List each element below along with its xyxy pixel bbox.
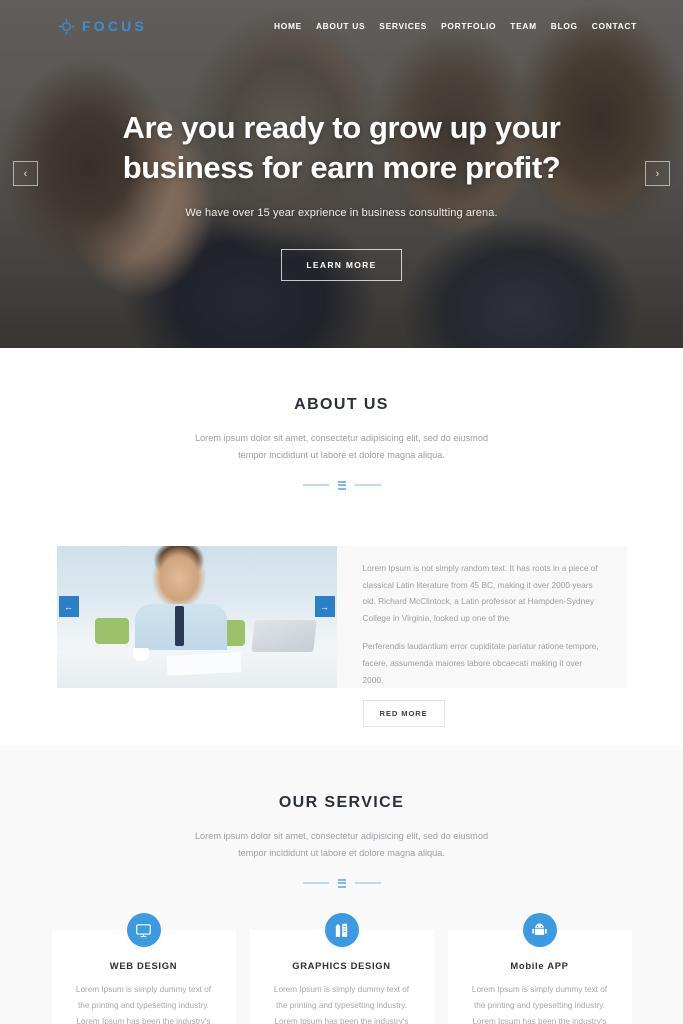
- chair-left-shape: [94, 618, 129, 645]
- hero-next-button[interactable]: ›: [645, 161, 670, 186]
- person-tie-shape: [174, 606, 184, 647]
- laptop-shape: [250, 620, 317, 653]
- ornament-bars-icon: [337, 480, 346, 490]
- hero-prev-button[interactable]: ‹: [13, 161, 38, 186]
- about-section: ABOUT US Lorem ipsum dolor sit amet, con…: [0, 348, 683, 747]
- hero-section: FOCUS HOME ABOUT US SERVICES PORTFOLIO T…: [0, 0, 683, 348]
- ornament-line-right: [354, 882, 381, 885]
- service-title: GRAPHICS DESIGN: [292, 960, 391, 972]
- about-paragraph-2: Perferendis laudantium error cupiditate …: [362, 641, 599, 685]
- service-card-web-design[interactable]: WEB DESIGN Lorem Ipsum is simply dummy t…: [51, 913, 236, 1024]
- services-title: OUR SERVICE: [278, 794, 405, 812]
- services-heading-block: OUR SERVICE Lorem ipsum dolor sit amet, …: [0, 746, 683, 890]
- service-description: Lorem Ipsum is simply dummy text of the …: [471, 985, 608, 1024]
- about-title: ABOUT US: [294, 396, 389, 413]
- service-card-graphics-design[interactable]: GRAPHICS DESIGN Lorem Ipsum is simply du…: [249, 913, 434, 1024]
- service-description: Lorem Ipsum is simply dummy text of the …: [75, 985, 212, 1024]
- hero-content: Are you ready to grow up your business f…: [0, 0, 683, 348]
- hero-headline: Are you ready to grow up your business f…: [122, 110, 561, 185]
- nav-item-blog[interactable]: BLOG: [551, 21, 578, 31]
- hero-subtitle: We have over 15 year exprience in busine…: [185, 207, 498, 220]
- about-prev-button[interactable]: ←: [58, 596, 79, 618]
- pencil-ruler-icon: [324, 913, 359, 948]
- ornament-bars-icon: [337, 878, 346, 888]
- about-description: Lorem ipsum dolor sit amet, consectetur …: [194, 433, 489, 461]
- service-card-mobile-app[interactable]: Mobile APP Lorem Ipsum is simply dummy t…: [447, 913, 632, 1024]
- ornament-line-left: [302, 882, 329, 885]
- services-description: Lorem ipsum dolor sit amet, consectetur …: [194, 831, 489, 859]
- nav-item-home[interactable]: HOME: [274, 21, 302, 31]
- desktop-monitor-icon: [126, 913, 161, 948]
- about-next-button[interactable]: →: [314, 596, 335, 618]
- ornament-line-right: [354, 484, 381, 487]
- chevron-left-icon: ‹: [23, 167, 28, 180]
- android-robot-icon: [522, 913, 557, 948]
- paper-shape: [166, 652, 241, 676]
- read-more-button[interactable]: RED MORE: [362, 700, 445, 728]
- services-grid-row-1: WEB DESIGN Lorem Ipsum is simply dummy t…: [51, 913, 632, 1024]
- nav-item-about-us[interactable]: ABOUT US: [316, 21, 365, 31]
- section-divider-ornament: [0, 876, 683, 890]
- nav-item-contact[interactable]: CONTACT: [592, 21, 637, 31]
- about-text-block: Lorem Ipsum is not simply random text. I…: [336, 546, 627, 728]
- about-body: ← → Lorem Ipsum is not simply random tex…: [56, 546, 627, 728]
- arrow-right-icon: →: [320, 601, 329, 612]
- chevron-right-icon: ›: [655, 167, 660, 180]
- about-paragraph-1: Lorem Ipsum is not simply random text. I…: [362, 563, 598, 623]
- ornament-line-left: [302, 484, 329, 487]
- nav-item-services[interactable]: SERVICES: [379, 21, 427, 31]
- about-heading-block: ABOUT US Lorem ipsum dolor sit amet, con…: [0, 348, 683, 492]
- service-title: WEB DESIGN: [109, 960, 178, 972]
- arrow-left-icon: ←: [64, 601, 73, 612]
- service-title: Mobile APP: [510, 960, 569, 972]
- logo-text: FOCUS: [82, 18, 147, 34]
- site-header: FOCUS HOME ABOUT US SERVICES PORTFOLIO T…: [0, 0, 683, 52]
- about-image-carousel: ← →: [56, 546, 337, 689]
- section-divider-ornament: [0, 478, 683, 492]
- services-section: OUR SERVICE Lorem ipsum dolor sit amet, …: [0, 746, 683, 1024]
- nav-item-portfolio[interactable]: PORTFOLIO: [441, 21, 496, 31]
- crosshair-target-icon: [58, 17, 75, 35]
- main-navigation: HOME ABOUT US SERVICES PORTFOLIO TEAM BL…: [274, 21, 637, 31]
- learn-more-button[interactable]: LEARN MORE: [281, 249, 402, 282]
- coffee-cup-shape: [132, 648, 149, 662]
- nav-item-team[interactable]: TEAM: [510, 21, 537, 31]
- service-description: Lorem Ipsum is simply dummy text of the …: [273, 985, 410, 1024]
- site-logo[interactable]: FOCUS: [58, 17, 147, 35]
